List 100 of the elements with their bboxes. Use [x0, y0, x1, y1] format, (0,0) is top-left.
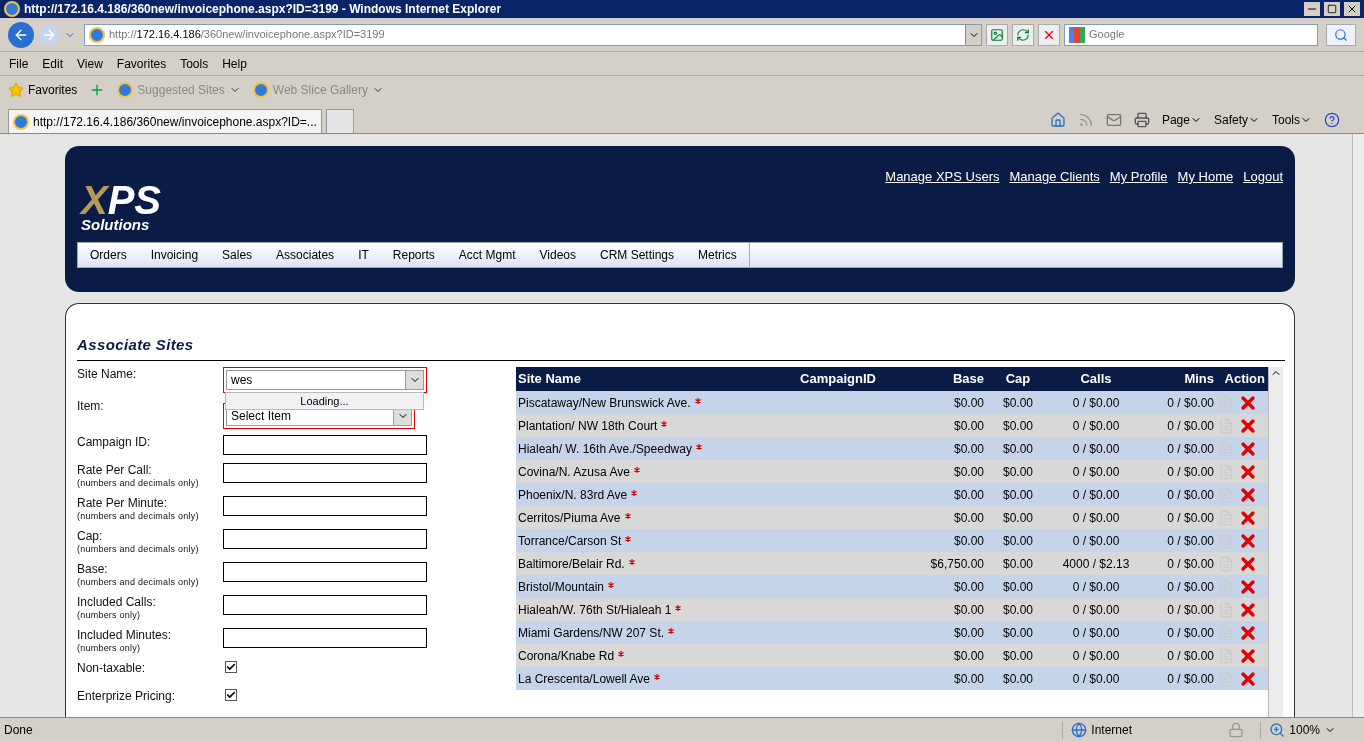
menu-item[interactable]: Help: [217, 54, 252, 73]
favorites-button[interactable]: Favorites: [8, 81, 78, 99]
browser-tab[interactable]: http://172.16.4.186/360new/invoicephone.aspx?ID=...: [8, 109, 322, 133]
nav-item[interactable]: IT: [346, 243, 381, 267]
calls-cell-text: 0 / $0.00: [1071, 463, 1121, 481]
base-cell-text: $0.00: [952, 463, 985, 481]
field-label: Base:: [77, 562, 109, 576]
zoom-level[interactable]: 100%: [1260, 721, 1360, 739]
mins-cell-text: 0 / $0.00: [1166, 624, 1214, 642]
calls-cell-text: 0 / $0.00: [1071, 624, 1121, 642]
globe-icon: [1071, 722, 1088, 738]
input-field[interactable]: [223, 463, 427, 483]
search-button[interactable]: [1326, 23, 1356, 46]
input-field[interactable]: [223, 496, 427, 516]
calls-cell-text: 0 / $0.00: [1071, 578, 1121, 596]
field-label: Cap:: [77, 529, 104, 543]
header-link[interactable]: My Home: [1177, 167, 1234, 187]
nav-item[interactable]: Metrics: [686, 243, 749, 267]
field-label: Included Minutes:: [77, 628, 173, 642]
command-menu[interactable]: Safety: [1213, 111, 1260, 129]
input-field[interactable]: [223, 628, 427, 648]
mins-cell-text: 0 / $0.00: [1166, 463, 1214, 481]
header-link[interactable]: My Profile: [1109, 167, 1168, 187]
header-link[interactable]: Manage Clients: [1009, 167, 1100, 187]
table-scrollbar[interactable]: [1268, 367, 1283, 717]
section-title: Associate Sites: [77, 334, 195, 355]
refresh-button[interactable]: [1012, 23, 1034, 46]
menu-item[interactable]: Favorites: [111, 54, 172, 73]
help-icon[interactable]: [1324, 112, 1340, 128]
nav-item[interactable]: Acct Mgmt: [446, 243, 528, 267]
site-name-cell-text: Hialeah/ W. 16th Ave./Speedway: [518, 440, 692, 458]
compatibility-view-button[interactable]: [986, 23, 1008, 46]
command-menu[interactable]: Page: [1161, 111, 1202, 129]
window-title: http://172.16.4.186/360new/invoicephone.aspx?ID=3199 - Windows Internet Explorer: [24, 1, 503, 18]
address-field[interactable]: http://172.16.4.186/360new/invoicephone.aspx?ID=3199: [84, 23, 982, 46]
field-label: Non-taxable:: [77, 661, 147, 675]
menu-item[interactable]: Edit: [37, 54, 69, 73]
star-icon: [8, 82, 24, 98]
browser-globe-icon: [89, 26, 105, 43]
nav-item[interactable]: CRM Settings: [588, 243, 686, 267]
field-hint: (numbers and decimals only): [77, 543, 200, 555]
nav-item[interactable]: Videos: [527, 243, 588, 267]
base-cell-text: $0.00: [952, 509, 985, 527]
site-name-cell-text: Miami Gardens/NW 207 St.: [518, 624, 665, 642]
minimize-button[interactable]: [1304, 2, 1320, 16]
calls-cell-text: 0 / $0.00: [1071, 532, 1121, 550]
feeds-icon[interactable]: [1077, 112, 1094, 128]
site-name-cell-text: Bristol/Mountain: [518, 578, 605, 596]
checkbox[interactable]: [225, 689, 237, 701]
column-header: Site Name: [517, 370, 582, 389]
home-icon[interactable]: [1049, 112, 1066, 128]
loading-dropdown-menu: Loading...: [225, 392, 424, 410]
mail-icon[interactable]: [1105, 112, 1122, 128]
search-input[interactable]: Google: [1089, 26, 1317, 43]
field-label: Enterprize Pricing:: [77, 689, 177, 703]
protected-mode-icon: [1228, 722, 1245, 738]
calls-cell-text: 4000 / $2.13: [1061, 555, 1131, 573]
nav-item[interactable]: Orders: [78, 243, 139, 267]
checkbox[interactable]: [225, 661, 237, 673]
base-cell-text: $0.00: [952, 601, 985, 619]
cap-cell-text: $0.00: [1002, 532, 1034, 550]
cap-cell-text: $0.00: [1002, 440, 1034, 458]
header-link[interactable]: Logout: [1243, 167, 1283, 187]
base-cell-text: $0.00: [952, 394, 985, 412]
restore-button[interactable]: [1324, 2, 1340, 16]
menu-item[interactable]: File: [4, 54, 34, 73]
menu-item[interactable]: Tools: [175, 54, 214, 73]
back-button[interactable]: [8, 21, 34, 48]
site-name-cell-text: Piscataway/New Brunswick Ave.: [518, 394, 691, 412]
site-name-cell-text: Corona/Knabe Rd: [518, 647, 615, 665]
nav-item[interactable]: Sales: [210, 243, 265, 267]
site-name-cell-text: Covina/N. Azusa Ave: [518, 463, 630, 481]
menu-item[interactable]: View: [72, 54, 108, 73]
nav-item[interactable]: Invoicing: [138, 243, 211, 267]
field-hint: (numbers only): [77, 609, 142, 621]
calls-cell-text: 0 / $0.00: [1071, 417, 1121, 435]
page-scrollbar[interactable]: [1352, 134, 1364, 717]
input-field[interactable]: [223, 435, 427, 455]
print-icon[interactable]: [1133, 112, 1150, 128]
input-field[interactable]: [223, 529, 427, 549]
zoom-icon: [1269, 722, 1286, 738]
close-button[interactable]: [1344, 2, 1360, 16]
mins-cell-text: 0 / $0.00: [1166, 394, 1214, 412]
nav-item[interactable]: Associates: [264, 243, 347, 267]
site-name-combobox[interactable]: wes: [223, 367, 427, 393]
command-menu[interactable]: Tools: [1272, 111, 1312, 129]
input-field[interactable]: [223, 562, 427, 582]
calls-cell-text: 0 / $0.00: [1071, 486, 1121, 504]
new-tab-button[interactable]: [325, 109, 354, 133]
header-link[interactable]: Manage XPS Users: [885, 167, 1000, 187]
site-name-cell-text: Hialeah/W. 76th St/Hialeah 1: [518, 601, 672, 619]
stop-button[interactable]: [1038, 23, 1060, 46]
site-name-cell-text: Baltimore/Belair Rd.: [518, 555, 625, 573]
input-field[interactable]: [223, 595, 427, 615]
globe-page-icon: [13, 113, 29, 130]
refresh-icon: [1016, 27, 1030, 42]
base-cell-text: $0.00: [952, 440, 985, 458]
field-label: Item:: [77, 399, 105, 413]
search-field[interactable]: Google: [1064, 23, 1318, 46]
nav-item[interactable]: Reports: [380, 243, 447, 267]
